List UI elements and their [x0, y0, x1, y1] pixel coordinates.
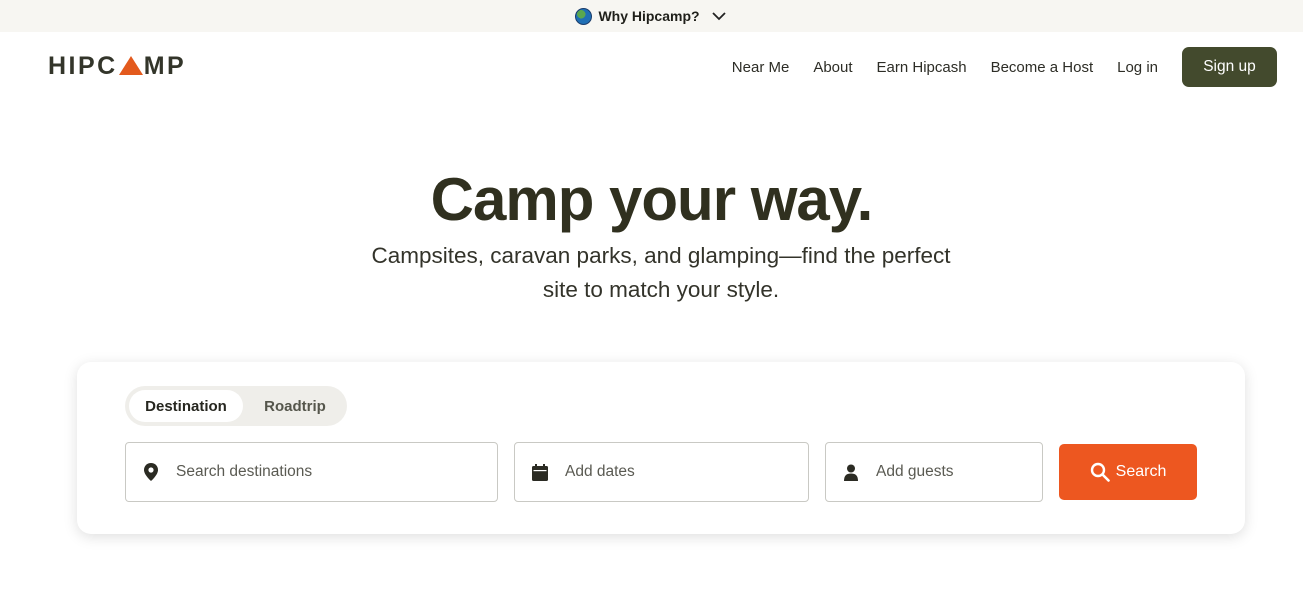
- site-header: HIPC MP Near Me About Earn Hipcash Becom…: [0, 32, 1303, 102]
- tab-roadtrip[interactable]: Roadtrip: [249, 390, 341, 422]
- hero-title: Camp your way.: [430, 166, 874, 233]
- globe-icon: [575, 7, 593, 25]
- nav-near-me[interactable]: Near Me: [732, 59, 790, 76]
- destination-field[interactable]: Search destinations: [125, 442, 498, 502]
- logo-tent-icon: [118, 56, 143, 75]
- hipcamp-logo[interactable]: HIPC MP: [48, 52, 186, 81]
- sign-up-button[interactable]: Sign up: [1182, 47, 1277, 87]
- logo-text-left: HIPC: [48, 52, 118, 80]
- top-banner: Why Hipcamp?: [0, 0, 1303, 32]
- why-hipcamp-link[interactable]: Why Hipcamp?: [575, 7, 727, 25]
- search-button-label: Search: [1115, 463, 1167, 480]
- dates-placeholder: Add dates: [565, 463, 635, 480]
- person-icon: [842, 463, 860, 481]
- map-pin-icon: [142, 463, 160, 481]
- chevron-down-icon: [711, 12, 726, 21]
- why-hipcamp-label: Why Hipcamp?: [598, 8, 700, 24]
- nav-earn-hipcash[interactable]: Earn Hipcash: [877, 59, 967, 76]
- nav-about[interactable]: About: [813, 59, 852, 76]
- destination-placeholder: Search destinations: [176, 463, 313, 480]
- search-icon: [1090, 462, 1110, 482]
- tab-destination[interactable]: Destination: [129, 390, 243, 422]
- main-nav: Near Me About Earn Hipcash Become a Host…: [732, 47, 1277, 87]
- hero-subtitle: Campsites, caravan parks, and glamping—f…: [371, 243, 951, 302]
- search-mode-toggle: Destination Roadtrip: [125, 386, 347, 426]
- guests-placeholder: Add guests: [876, 463, 954, 480]
- nav-log-in[interactable]: Log in: [1117, 59, 1158, 76]
- dates-field[interactable]: Add dates: [514, 442, 809, 502]
- nav-become-a-host[interactable]: Become a Host: [991, 59, 1094, 76]
- search-button[interactable]: Search: [1059, 444, 1197, 500]
- search-card: Destination Roadtrip Search destinations…: [77, 362, 1245, 534]
- logo-text-right: MP: [143, 52, 187, 80]
- guests-field[interactable]: Add guests: [825, 442, 1043, 502]
- calendar-icon: [531, 463, 549, 481]
